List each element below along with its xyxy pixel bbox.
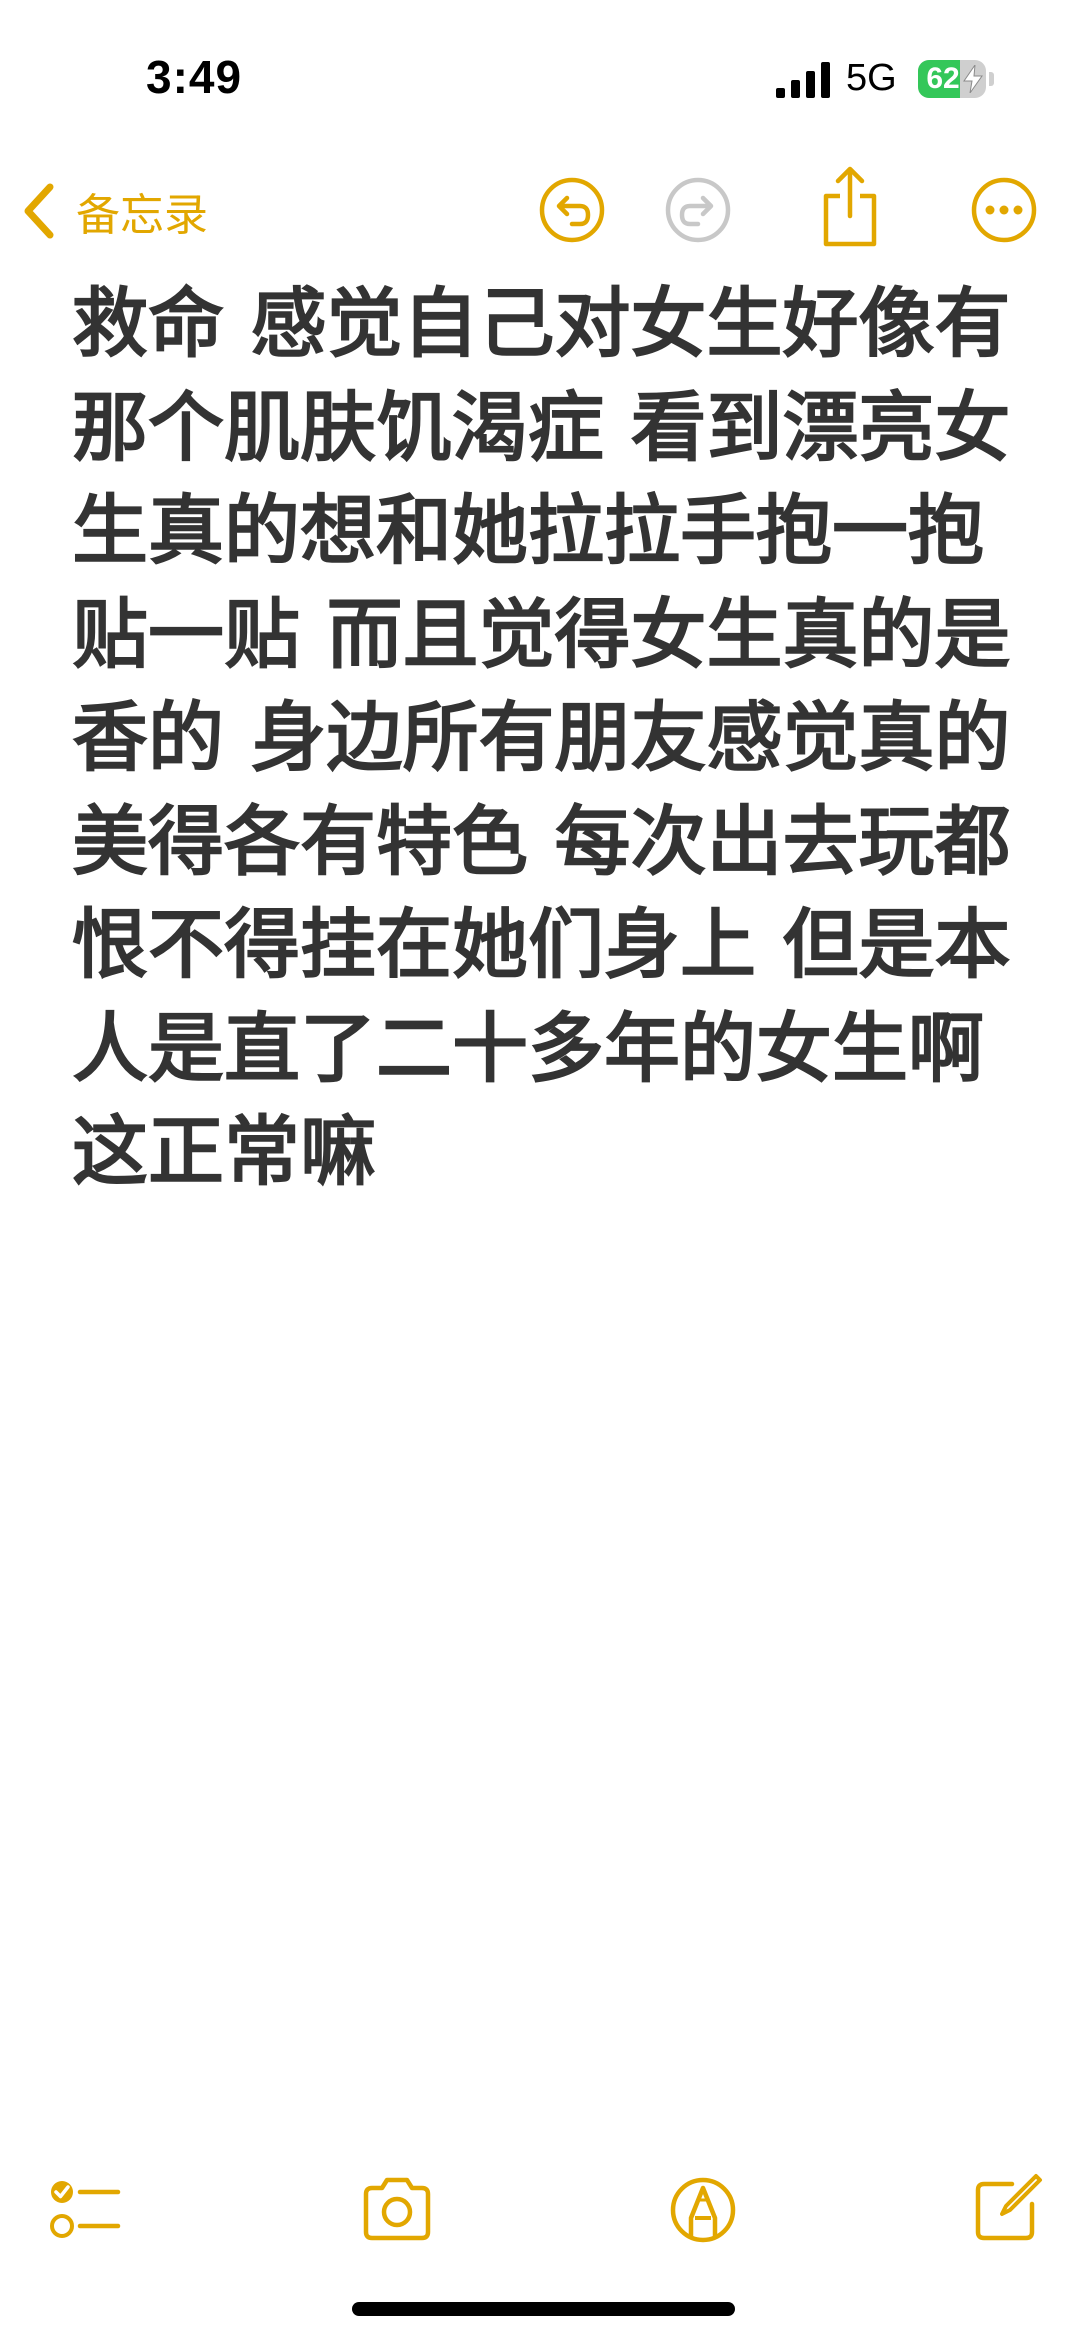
checklist-icon[interactable] bbox=[44, 2170, 122, 2248]
status-bar: 3:49 5G 62 bbox=[0, 0, 1080, 150]
cellular-signal-icon bbox=[776, 62, 830, 98]
navigation-bar: 备忘录 bbox=[0, 160, 1080, 260]
bottom-toolbar bbox=[0, 2160, 1080, 2260]
undo-icon[interactable] bbox=[536, 174, 608, 246]
compose-icon[interactable] bbox=[968, 2170, 1046, 2248]
markup-pen-icon[interactable] bbox=[664, 2170, 742, 2248]
chevron-left-icon bbox=[24, 183, 54, 239]
home-indicator[interactable] bbox=[352, 2302, 735, 2316]
more-icon[interactable] bbox=[968, 174, 1040, 246]
redo-icon[interactable] bbox=[662, 174, 734, 246]
share-icon[interactable] bbox=[814, 164, 886, 250]
charging-bolt-icon bbox=[963, 65, 983, 93]
back-label: 备忘录 bbox=[76, 190, 208, 241]
battery-level: 62 bbox=[926, 62, 960, 95]
camera-icon[interactable] bbox=[358, 2170, 436, 2248]
back-button[interactable]: 备忘录 bbox=[18, 176, 208, 246]
battery-icon: 62 bbox=[918, 60, 996, 100]
network-type: 5G bbox=[846, 57, 897, 99]
note-body-text[interactable]: 救命 感觉自己对女生好像有那个肌肤饥渴症 看到漂亮女生真的想和她拉拉手抱一抱 贴… bbox=[72, 272, 1032, 1204]
status-time: 3:49 bbox=[146, 51, 243, 103]
